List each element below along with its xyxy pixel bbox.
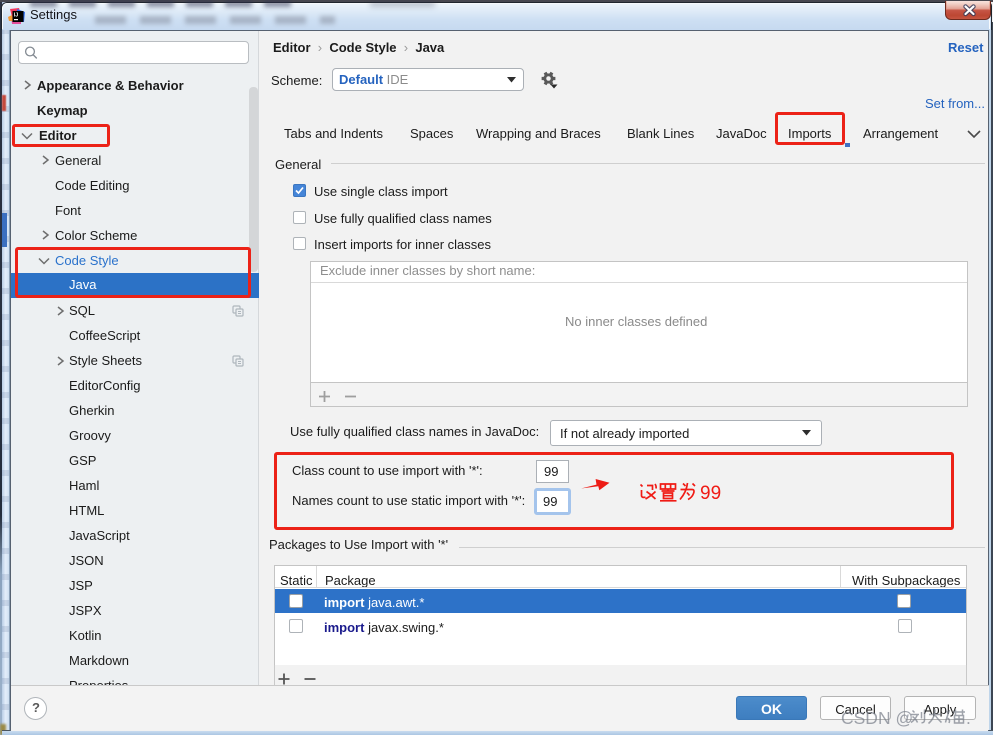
svg-text:IJ: IJ [14,13,18,19]
